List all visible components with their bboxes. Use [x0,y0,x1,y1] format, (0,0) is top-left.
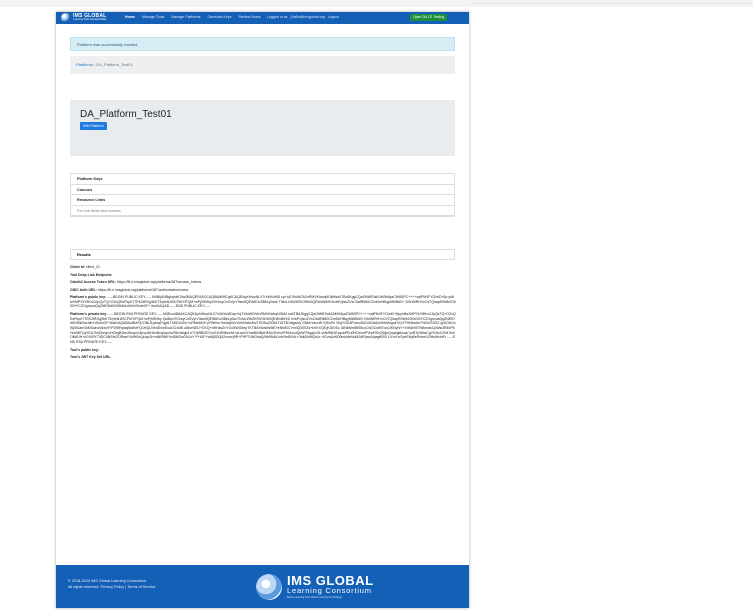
nav-review-notes[interactable]: Review Notes [238,15,260,19]
section-resource-links[interactable]: Resource Links [71,195,454,206]
footer-logo-text: IMS GLOBAL Learning Consortium Better Le… [287,572,374,599]
logged-in-label: Logged in as [267,15,288,19]
footer-links: All rights reserved. Privacy Policy | Te… [68,585,156,589]
footer-rights: All rights reserved. [68,585,100,589]
nav-generate-keys[interactable]: Generate Keys [207,15,231,19]
top-navbar: IMS GLOBAL Learning Tools Interoperabili… [56,12,469,24]
public-key-block: Platform's public key: -----BEGIN PUBLIC… [70,295,456,309]
token-url-value: https://lti-ri.imsglobal.org/platforms/3… [117,280,202,284]
platform-details: Client Id: client_01 Tool Deep Link Endp… [70,265,456,363]
brand-name: IMS GLOBAL [73,12,107,19]
section-results[interactable]: Results [70,249,455,260]
footer-logo-name: IMS GLOBAL [287,572,374,588]
brand-logo[interactable]: IMS GLOBAL Learning Tools Interoperabili… [61,13,106,22]
private-key-value: -----BEGIN RSA PRIVATE KEY----- MIIEowIB… [70,312,456,344]
oidc-url-label: OIDC Auth URL: [70,287,97,292]
platform-sections: Platform Keys Courses Resource Links For… [70,173,455,217]
client-id-label: Client Id: [70,265,85,269]
token-url-label: OAuth2 Access Token URL: [70,280,117,284]
footer-logo-sub: Learning Consortium [287,585,372,595]
terms-of-service-link[interactable]: Terms of Service [127,585,155,589]
footer-logo-tagline: Better Learning From Better Learning Tec… [287,595,342,599]
footer-logo: IMS GLOBAL Learning Consortium Better Le… [256,574,374,600]
nav-home[interactable]: Home [125,15,135,19]
tool-public-key-label: Tool's public key: [70,347,100,352]
oidc-url-value: https://lti-ri.imsglobal.org/platforms/3… [97,287,189,292]
breadcrumb-platforms-link[interactable]: Platforms [76,62,93,67]
section-platform-keys[interactable]: Platform Keys [71,174,454,185]
client-id-value: client_01 [85,265,100,269]
platform-header: DA_Platform_Test01 Edit Platform [70,100,455,156]
breadcrumb-separator: / [94,62,96,67]
client-id-row: Client Id: client_01 [70,265,456,269]
logout-link[interactable]: Logout [328,15,339,19]
tool-jwks-label: Tool's JWT Key Set URL: [70,355,112,360]
footer: © 2018-2020 IMS Global Learning Consorti… [56,565,469,608]
brand-text: IMS GLOBAL Learning Tools Interoperabili… [73,12,107,22]
edit-platform-button[interactable]: Edit Platform [80,122,107,130]
globe-logo-icon [61,13,70,22]
private-key-block: Platform's private key: -----BEGIN RSA P… [70,312,456,344]
page-frame: IMS GLOBAL Learning Tools Interoperabili… [56,12,469,608]
tool-jwks-row: Tool's JWT Key Set URL: [70,355,456,359]
deep-link-label: Tool Deep Link Endpoint: [70,272,113,277]
nav-manage-platforms[interactable]: Manage Platforms [171,15,200,19]
breadcrumb: Platforms / DA_Platform_Test01 [70,56,455,74]
footer-globe-icon [256,574,282,600]
section-courses[interactable]: Courses [71,185,454,195]
public-key-value: -----BEGIN PUBLIC KEY----- MIIBIjANBgkqh… [70,295,456,309]
privacy-policy-link[interactable]: Privacy Policy [101,585,125,589]
window-edge [470,3,753,8]
token-url-row: OAuth2 Access Token URL: https://lti-ri.… [70,280,456,284]
user-nav: Logged in as j.fiallo@imsglobal.org Logout [267,15,342,19]
oidc-url-row: OIDC Auth URL: https://lti-ri.imsglobal.… [70,288,456,292]
footer-text: © 2018-2020 IMS Global Learning Consorti… [68,578,155,590]
breadcrumb-current: DA_Platform_Test01 [96,62,133,67]
nav-manage-tools[interactable]: Manage Tools [142,15,164,19]
brand-subtitle: Learning Tools Interoperability [73,17,107,21]
open-lti-testing-button[interactable]: Open DA LTI Testing [410,14,447,21]
public-key-label: Platform's public key: [70,295,107,299]
nav-links: Home Manage Tools Manage Platforms Gener… [125,15,267,19]
deep-link-row: Tool Deep Link Endpoint: [70,273,456,277]
success-alert: Platform was successfully created. [70,37,455,51]
tool-public-key-row: Tool's public key: [70,348,456,352]
user-email-link[interactable]: j.fiallo@imsglobal.org [291,15,325,19]
page-title: DA_Platform_Test01 [80,109,172,120]
private-key-label: Platform's private key: [70,312,108,317]
resource-links-hint: For Line Items view courses [71,206,454,216]
